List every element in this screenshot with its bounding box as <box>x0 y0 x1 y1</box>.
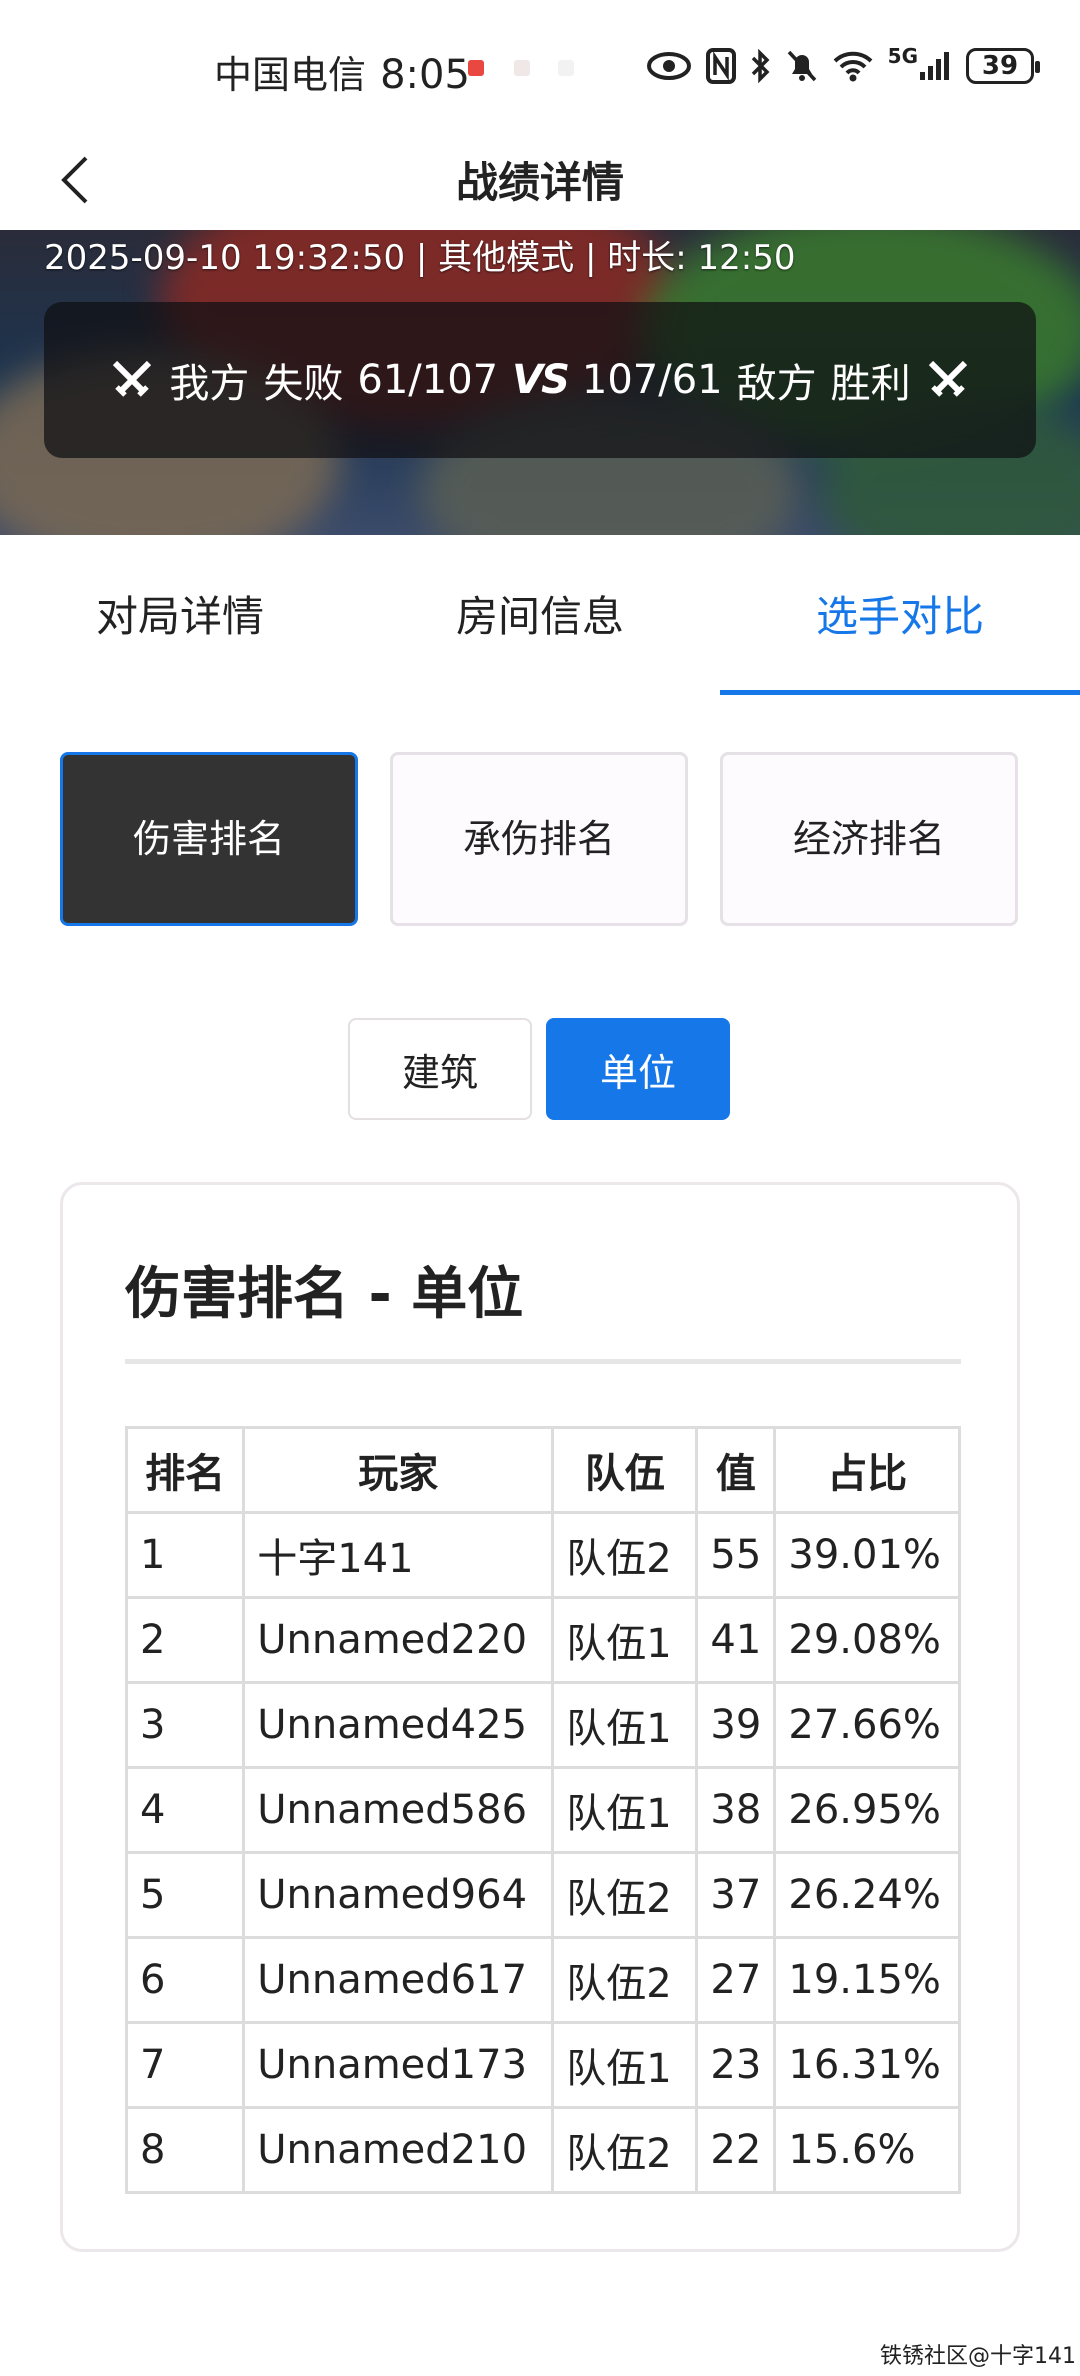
tab-player-compare[interactable]: 选手对比 <box>720 535 1080 695</box>
top-navigation: 战绩详情 <box>0 135 1080 230</box>
value-cell: 38 <box>695 1766 777 1854</box>
value-cell: 23 <box>695 2021 777 2109</box>
percent-cell: 39.01% <box>773 1511 961 1599</box>
ranking-table: 排名 玩家 队伍 值 占比 1 十字141 队伍2 55 39.01% 2 Un <box>124 1426 961 2194</box>
rank-cell: 7 <box>124 2021 246 2109</box>
our-side-label: 我方 <box>169 361 250 407</box>
table-header-row: 排名 玩家 队伍 值 占比 <box>124 1426 961 1514</box>
table-row: 8 Unnamed210 队伍2 22 15.6% <box>124 2106 961 2194</box>
card-title: 伤害排名 - 单位 <box>125 1262 524 1327</box>
value-cell: 39 <box>695 1681 777 1769</box>
percent-cell: 16.31% <box>773 2021 961 2109</box>
value-cell: 22 <box>695 2106 777 2194</box>
tab-bar: 对局详情 房间信息 选手对比 <box>0 535 1080 695</box>
player-cell: Unnamed964 <box>242 1851 555 1939</box>
tab-match-details[interactable]: 对局详情 <box>0 535 360 695</box>
percent-cell: 26.95% <box>773 1766 961 1854</box>
column-header: 队伍 <box>551 1426 699 1514</box>
team-cell: 队伍2 <box>551 2106 699 2194</box>
damage-ranking-button[interactable]: 伤害排名 <box>60 752 358 926</box>
watermark: 铁锈社区@十字141 <box>880 2344 1076 2369</box>
rank-cell: 4 <box>124 1766 246 1854</box>
player-cell: Unnamed586 <box>242 1766 555 1854</box>
damage-taken-ranking-button[interactable]: 承伤排名 <box>390 752 688 926</box>
divider <box>125 1359 961 1364</box>
table-row: 1 十字141 队伍2 55 39.01% <box>124 1511 961 1599</box>
match-hero-banner: 2025-09-10 19:32:50 | 其他模式 | 时长: 12:50 我… <box>0 230 1080 535</box>
wifi-icon <box>832 44 874 88</box>
table-row: 4 Unnamed586 队伍1 38 26.95% <box>124 1766 961 1854</box>
unit-toggle-button[interactable]: 单位 <box>546 1018 730 1120</box>
value-cell: 55 <box>695 1511 777 1599</box>
table-row: 5 Unnamed964 队伍2 37 26.24% <box>124 1851 961 1939</box>
table-row: 7 Unnamed173 队伍1 23 16.31% <box>124 2021 961 2109</box>
team-cell: 队伍2 <box>551 1936 699 2024</box>
app-notification-icon <box>514 60 530 76</box>
tab-room-info[interactable]: 房间信息 <box>360 535 720 695</box>
vs-label: VS <box>512 357 570 403</box>
rank-cell: 5 <box>124 1851 246 1939</box>
player-cell: 十字141 <box>242 1511 555 1599</box>
player-cell: Unnamed425 <box>242 1681 555 1769</box>
clock-time: 8:05 <box>380 52 470 98</box>
ranking-card: 伤害排名 - 单位 排名 玩家 队伍 值 占比 1 十字141 队伍2 55 3… <box>60 1182 1020 2252</box>
percent-cell: 29.08% <box>773 1596 961 1684</box>
app-notification-icon <box>558 60 574 76</box>
app-root: 中国电信 8:05 5G 39 战绩详情 2025-09-10 19:32:50… <box>0 0 1080 2376</box>
team-cell: 队伍1 <box>551 1766 699 1854</box>
mute-bell-icon <box>786 44 818 88</box>
team-cell: 队伍2 <box>551 1851 699 1939</box>
player-cell: Unnamed210 <box>242 2106 555 2194</box>
battery-icon: 39 <box>966 48 1040 84</box>
cellular-signal-icon: 5G <box>888 44 952 88</box>
rank-cell: 8 <box>124 2106 246 2194</box>
rank-cell: 1 <box>124 1511 246 1599</box>
network-type-label: 5G <box>887 44 918 68</box>
player-cell: Unnamed220 <box>242 1596 555 1684</box>
column-header: 玩家 <box>242 1426 555 1514</box>
app-notification-icon <box>468 60 484 76</box>
rank-cell: 6 <box>124 1936 246 2024</box>
column-header: 排名 <box>124 1426 246 1514</box>
value-cell: 27 <box>695 1936 777 2024</box>
eye-icon <box>646 44 692 88</box>
value-cell: 41 <box>695 1596 777 1684</box>
nfc-icon <box>705 44 736 88</box>
our-result-label: 失败 <box>263 361 344 407</box>
rank-cell: 3 <box>124 1681 246 1769</box>
column-header: 占比 <box>773 1426 961 1514</box>
rank-cell: 2 <box>124 1596 246 1684</box>
team-cell: 队伍1 <box>551 1596 699 1684</box>
percent-cell: 19.15% <box>773 1936 961 2024</box>
score-card: 我方 失败 61/107 VS 107/61 敌方 胜利 <box>44 302 1036 458</box>
our-score: 61/107 <box>357 357 499 403</box>
team-cell: 队伍2 <box>551 1511 699 1599</box>
building-toggle-button[interactable]: 建筑 <box>348 1018 532 1120</box>
match-meta: 2025-09-10 19:32:50 | 其他模式 | 时长: 12:50 <box>44 238 796 278</box>
value-cell: 37 <box>695 1851 777 1939</box>
percent-cell: 27.66% <box>773 1681 961 1769</box>
status-bar: 中国电信 8:05 5G 39 <box>0 0 1080 135</box>
player-cell: Unnamed617 <box>242 1936 555 2024</box>
column-header: 值 <box>695 1426 777 1514</box>
team-cell: 队伍1 <box>551 2021 699 2109</box>
crossed-swords-icon <box>928 360 967 397</box>
status-left: 中国电信 8:05 <box>214 44 470 99</box>
bluetooth-icon <box>750 44 772 88</box>
page-title: 战绩详情 <box>455 158 624 207</box>
percent-cell: 15.6% <box>773 2106 961 2194</box>
enemy-result-label: 胜利 <box>830 361 911 407</box>
table-row: 3 Unnamed425 队伍1 39 27.66% <box>124 1681 961 1769</box>
crossed-swords-icon <box>113 360 152 397</box>
table-row: 2 Unnamed220 队伍1 41 29.08% <box>124 1596 961 1684</box>
player-cell: Unnamed173 <box>242 2021 555 2109</box>
table-row: 6 Unnamed617 队伍2 27 19.15% <box>124 1936 961 2024</box>
team-cell: 队伍1 <box>551 1681 699 1769</box>
status-icons: 5G 39 <box>646 44 1040 88</box>
percent-cell: 26.24% <box>773 1851 961 1939</box>
economy-ranking-button[interactable]: 经济排名 <box>720 752 1018 926</box>
carrier-label: 中国电信 <box>214 53 367 97</box>
enemy-side-label: 敌方 <box>736 361 817 407</box>
enemy-score: 107/61 <box>581 357 723 403</box>
